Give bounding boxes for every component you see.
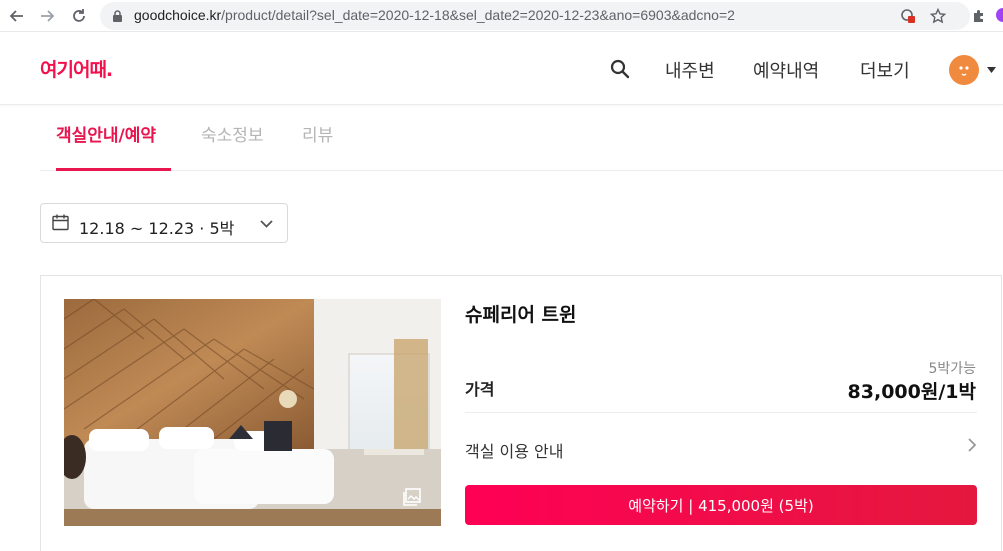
tab-room-booking[interactable]: 객실안내/예약 [56,121,156,146]
calendar-icon [52,214,69,231]
price-label: 가격 [465,380,495,399]
gallery-icon [403,488,421,506]
puzzle-icon [974,10,983,22]
tab-property-info[interactable]: 숙소정보 [201,121,264,146]
site-logo[interactable]: 여기어때. [40,55,113,82]
back-button[interactable] [4,3,30,29]
forward-button[interactable] [34,3,60,29]
search-button[interactable] [610,59,630,83]
active-tab-indicator [56,168,171,171]
nav-more[interactable]: 더보기 [860,57,910,83]
room-name: 슈페리어 트윈 [465,304,577,326]
url-text: goodchoice.kr/product/detail?sel_date=20… [134,7,735,23]
profile-avatar-icon[interactable] [996,8,1003,22]
chevron-right-icon [968,438,977,452]
room-photo[interactable] [64,299,441,526]
bookmark-star-icon [930,8,946,24]
back-arrow-icon [9,10,23,22]
room-card: 슈페리어 트윈 가격 5박가능 83,000원/1박 객실 이용 안내 예약하기… [40,275,1002,551]
reload-button[interactable] [66,3,92,29]
face-icon [959,66,969,76]
reload-icon [73,9,85,22]
extensions-button[interactable] [966,3,992,29]
site-header: 여기어때. 내주변 예약내역 더보기 [0,33,1003,105]
search-icon [610,59,630,79]
address-bar[interactable]: goodchoice.kr/product/detail?sel_date=20… [100,2,970,30]
tab-reviews[interactable]: 리뷰 [302,121,333,146]
price-per-night: 83,000원/1박 [847,381,976,403]
nav-reservations[interactable]: 예약내역 [753,57,819,83]
room-photo-image [64,299,441,526]
room-info-label: 객실 이용 안내 [465,442,564,461]
nav-nearby[interactable]: 내주변 [665,57,715,83]
availability-text: 5박가능 [928,361,976,377]
forward-arrow-icon [41,10,55,22]
user-avatar[interactable] [949,55,979,85]
date-range-label: 12.18 ~ 12.23 · 5박 [79,219,235,238]
detail-tabs: 객실안내/예약 숙소정보 리뷰 [40,105,1003,171]
date-range-selector[interactable]: 12.18 ~ 12.23 · 5박 [40,203,288,243]
lock-icon [113,10,122,22]
blocked-permission-icon [901,9,915,23]
chevron-down-icon [260,220,273,228]
caret-down-icon[interactable] [987,67,996,73]
book-button[interactable]: 예약하기 | 415,000원 (5박) [465,485,977,525]
browser-toolbar: goodchoice.kr/product/detail?sel_date=20… [0,0,1003,32]
room-info-link[interactable]: 객실 이용 안내 [465,413,977,483]
